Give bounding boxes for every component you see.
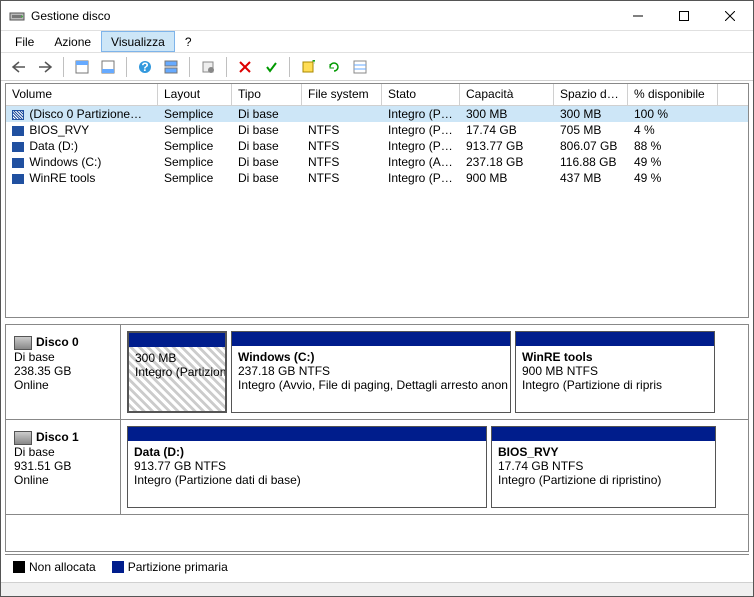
check-icon[interactable] bbox=[259, 55, 283, 79]
minimize-button[interactable] bbox=[615, 1, 661, 31]
back-button[interactable] bbox=[7, 55, 31, 79]
col-header[interactable]: File system bbox=[302, 84, 382, 105]
svg-text:+: + bbox=[312, 60, 315, 68]
table-row[interactable]: BIOS_RVYSempliceDi baseNTFSIntegro (P…17… bbox=[6, 122, 748, 138]
volume-icon bbox=[12, 158, 24, 168]
toolbar: ? + bbox=[1, 53, 753, 81]
new-volume-icon[interactable]: + bbox=[296, 55, 320, 79]
menu-visualizza[interactable]: Visualizza bbox=[101, 31, 175, 52]
disk-icon bbox=[14, 431, 32, 445]
disk-header[interactable]: Disco 1Di base931.51 GBOnline bbox=[6, 420, 121, 514]
volume-icon bbox=[12, 126, 24, 136]
layout-icon[interactable] bbox=[159, 55, 183, 79]
legend-primary: Partizione primaria bbox=[128, 560, 228, 574]
help-button[interactable]: ? bbox=[133, 55, 157, 79]
disk-graphical-panel[interactable]: Disco 0Di base238.35 GBOnline300 MBInteg… bbox=[5, 324, 749, 552]
disk-header[interactable]: Disco 0Di base238.35 GBOnline bbox=[6, 325, 121, 419]
legend-unallocated: Non allocata bbox=[29, 560, 96, 574]
menu-file[interactable]: File bbox=[5, 31, 44, 52]
partition[interactable]: Data (D:)913.77 GB NTFSIntegro (Partizio… bbox=[127, 426, 487, 508]
disk-row: Disco 1Di base931.51 GBOnlineData (D:)91… bbox=[6, 420, 748, 515]
table-row[interactable]: Windows (C:)SempliceDi baseNTFSIntegro (… bbox=[6, 154, 748, 170]
close-button[interactable] bbox=[707, 1, 753, 31]
legend: Non allocata Partizione primaria bbox=[5, 554, 749, 578]
col-header[interactable]: Layout bbox=[158, 84, 232, 105]
table-row[interactable]: WinRE toolsSempliceDi baseNTFSIntegro (P… bbox=[6, 170, 748, 186]
menu-azione[interactable]: Azione bbox=[44, 31, 101, 52]
col-header[interactable]: Stato bbox=[382, 84, 460, 105]
partition[interactable]: WinRE tools900 MB NTFSIntegro (Partizion… bbox=[515, 331, 715, 413]
maximize-button[interactable] bbox=[661, 1, 707, 31]
volume-icon bbox=[12, 142, 24, 152]
properties-icon[interactable] bbox=[196, 55, 220, 79]
delete-icon[interactable] bbox=[233, 55, 257, 79]
col-header[interactable]: Capacità bbox=[460, 84, 554, 105]
table-row[interactable]: Data (D:)SempliceDi baseNTFSIntegro (P…9… bbox=[6, 138, 748, 154]
menu-?[interactable]: ? bbox=[175, 31, 202, 52]
app-icon bbox=[9, 8, 25, 24]
col-header[interactable]: Tipo bbox=[232, 84, 302, 105]
table-row[interactable]: (Disco 0 Partizione…SempliceDi baseInteg… bbox=[6, 106, 748, 122]
view-top-icon[interactable] bbox=[70, 55, 94, 79]
volume-table[interactable]: VolumeLayoutTipoFile systemStatoCapacità… bbox=[5, 83, 749, 318]
col-header[interactable]: % disponibile bbox=[628, 84, 718, 105]
titlebar: Gestione disco bbox=[1, 1, 753, 31]
partition[interactable]: 300 MBIntegro (Partizione di bbox=[127, 331, 227, 413]
list-icon[interactable] bbox=[348, 55, 372, 79]
disk-row: Disco 0Di base238.35 GBOnline300 MBInteg… bbox=[6, 325, 748, 420]
partition[interactable]: Windows (C:)237.18 GB NTFSIntegro (Avvio… bbox=[231, 331, 511, 413]
svg-text:?: ? bbox=[141, 60, 148, 74]
col-header[interactable]: Spazio d… bbox=[554, 84, 628, 105]
disk-icon bbox=[14, 336, 32, 350]
window-title: Gestione disco bbox=[31, 9, 615, 23]
forward-button[interactable] bbox=[33, 55, 57, 79]
view-bottom-icon[interactable] bbox=[96, 55, 120, 79]
volume-icon bbox=[12, 110, 24, 120]
menubar: FileAzioneVisualizza? bbox=[1, 31, 753, 53]
col-header[interactable]: Volume bbox=[6, 84, 158, 105]
status-bar bbox=[1, 582, 753, 596]
partition[interactable]: BIOS_RVY17.74 GB NTFSIntegro (Partizione… bbox=[491, 426, 716, 508]
volume-icon bbox=[12, 174, 24, 184]
table-header[interactable]: VolumeLayoutTipoFile systemStatoCapacità… bbox=[6, 84, 748, 106]
redo-icon[interactable] bbox=[322, 55, 346, 79]
